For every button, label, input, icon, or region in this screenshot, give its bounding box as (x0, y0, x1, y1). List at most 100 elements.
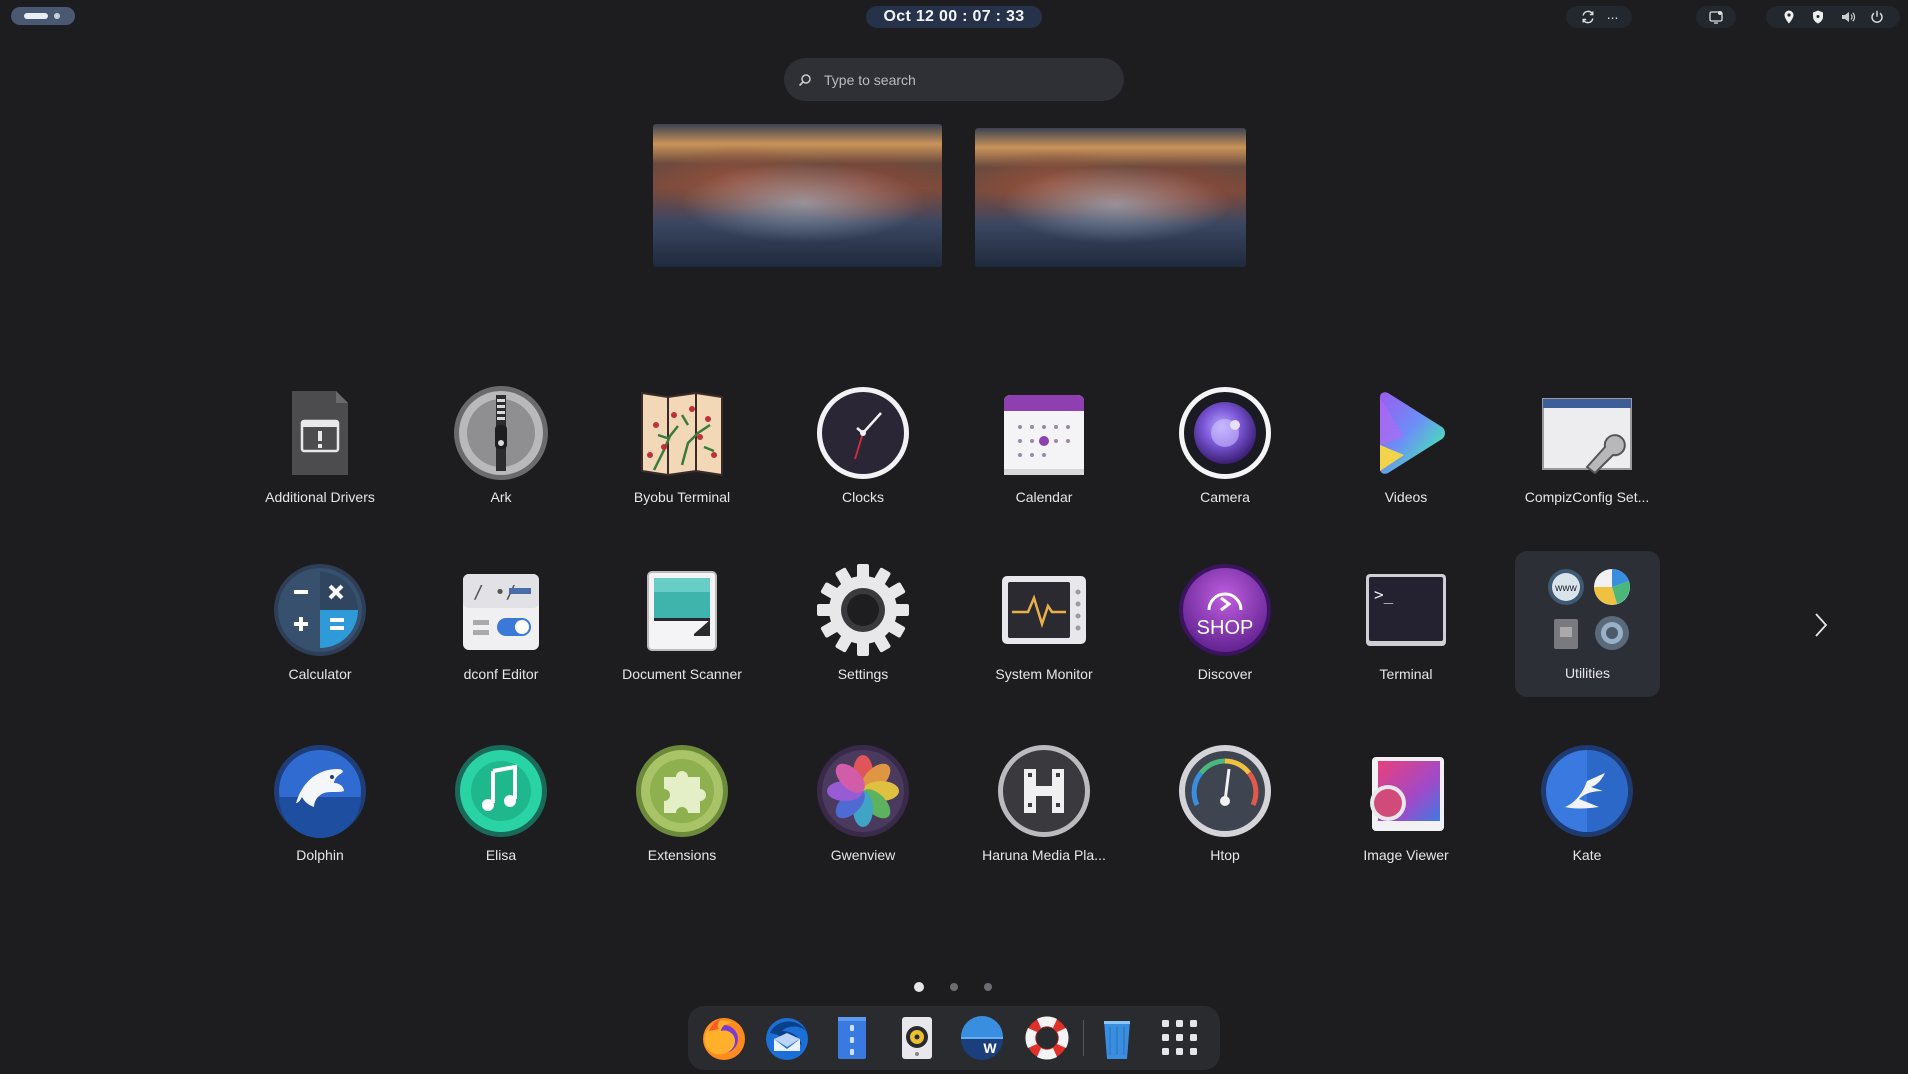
app-label: Document Scanner (622, 666, 742, 682)
music-note-icon (453, 743, 549, 839)
document-scanner-icon (634, 562, 730, 658)
volume-icon[interactable] (1840, 9, 1856, 25)
tray-group-system[interactable] (1766, 6, 1900, 28)
app-label: Settings (837, 666, 889, 682)
page-indicator-3[interactable] (984, 983, 992, 991)
app-additional-drivers[interactable]: Additional Drivers (245, 375, 395, 525)
app-label: Gwenview (830, 847, 896, 863)
lifebuoy-icon (1025, 1016, 1069, 1060)
byobu-icon (634, 385, 730, 481)
workspace-thumbnail-1[interactable] (653, 124, 942, 267)
app-terminal[interactable]: >_ Terminal (1331, 552, 1481, 702)
speaker-icon (902, 1017, 932, 1059)
refresh-icon[interactable] (1580, 9, 1596, 25)
compizconfig-icon (1539, 385, 1635, 481)
show-apps-icon (1162, 1020, 1197, 1055)
puzzle-piece-icon (634, 743, 730, 839)
app-label: Terminal (1379, 666, 1433, 682)
terminal-icon: >_ (1358, 562, 1454, 658)
search-bar[interactable] (784, 58, 1124, 101)
search-input[interactable] (822, 70, 1096, 89)
kate-bird-icon (1539, 743, 1635, 839)
videos-icon (1358, 385, 1454, 481)
dock-help[interactable] (1021, 1012, 1073, 1064)
app-label: Kate (1572, 847, 1602, 863)
firefox-icon (703, 1018, 745, 1060)
app-ark[interactable]: Ark (426, 375, 576, 525)
app-label: Extensions (647, 847, 717, 863)
dock-separator (1083, 1020, 1084, 1056)
image-viewer-icon (1358, 743, 1454, 839)
workspace-indicator-active (24, 13, 48, 19)
app-dolphin[interactable]: Dolphin (245, 733, 395, 883)
dock-files[interactable] (826, 1012, 878, 1064)
power-icon[interactable] (1869, 9, 1885, 25)
location-icon[interactable] (1781, 9, 1797, 25)
app-discover[interactable]: SHOP Discover (1150, 552, 1300, 702)
workspace-thumbnail-2[interactable] (975, 128, 1246, 267)
app-label: Camera (1200, 489, 1250, 505)
dock-firefox[interactable] (698, 1012, 750, 1064)
app-label: Byobu Terminal (633, 489, 731, 505)
app-byobu-terminal[interactable]: Byobu Terminal (607, 375, 757, 525)
app-haruna[interactable]: Haruna Media Pla... (969, 733, 1119, 883)
thunderbird-icon (766, 1018, 808, 1060)
libreoffice-writer-icon: W (961, 1016, 1003, 1060)
app-label: Videos (1384, 489, 1428, 505)
gauge-icon (1177, 743, 1273, 839)
dock: W (688, 1006, 1220, 1070)
dconf-editor-icon: / •/ (453, 562, 549, 658)
more-icon[interactable]: ... (1607, 7, 1619, 21)
utilities-folder-icon: www (1540, 561, 1636, 657)
activities-button[interactable] (11, 7, 75, 25)
app-system-monitor[interactable]: System Monitor (969, 552, 1119, 702)
app-label: CompizConfig Set... (1524, 489, 1650, 505)
app-calendar[interactable]: Calendar (969, 375, 1119, 525)
discover-shop-icon: SHOP (1177, 562, 1273, 658)
dock-trash[interactable] (1091, 1012, 1143, 1064)
dock-rhythmbox[interactable] (891, 1012, 943, 1064)
notification-icon[interactable] (1708, 9, 1724, 25)
clock-button[interactable]: Oct 12 00 : 07 : 33 (866, 6, 1042, 28)
app-image-viewer[interactable]: Image Viewer (1331, 733, 1481, 883)
top-bar: Oct 12 00 : 07 : 33 ... (0, 0, 1908, 34)
page-indicator-2[interactable] (950, 983, 958, 991)
app-label: Discover (1197, 666, 1253, 682)
dolphin-icon (272, 743, 368, 839)
gwenview-icon (815, 743, 911, 839)
system-monitor-icon (996, 562, 1092, 658)
dock-thunderbird[interactable] (761, 1012, 813, 1064)
vpn-shield-icon[interactable] (1810, 9, 1826, 25)
app-label: Htop (1210, 847, 1240, 863)
terminal-prompt-text: >_ (1374, 585, 1394, 604)
app-kate[interactable]: Kate (1512, 733, 1662, 883)
dock-show-apps[interactable] (1154, 1012, 1206, 1064)
app-calculator[interactable]: Calculator (245, 552, 395, 702)
app-clocks[interactable]: Clocks (788, 375, 938, 525)
app-label: System Monitor (995, 666, 1093, 682)
app-extensions[interactable]: Extensions (607, 733, 757, 883)
tray-group-notifications[interactable] (1696, 6, 1736, 28)
app-document-scanner[interactable]: Document Scanner (607, 552, 757, 702)
app-label: Elisa (485, 847, 517, 863)
page-indicator-1[interactable] (914, 982, 924, 992)
tray-group-updates[interactable]: ... (1566, 6, 1632, 28)
app-videos[interactable]: Videos (1331, 375, 1481, 525)
app-label: Calendar (1015, 489, 1073, 505)
app-compizconfig[interactable]: CompizConfig Set... (1512, 375, 1662, 525)
folder-utilities[interactable]: www Utilities (1515, 551, 1660, 697)
app-label: Image Viewer (1363, 847, 1449, 863)
chevron-right-icon[interactable] (1808, 606, 1832, 644)
app-htop[interactable]: Htop (1150, 733, 1300, 883)
app-dconf-editor[interactable]: / •/ dconf Editor (426, 552, 576, 702)
app-settings[interactable]: Settings (788, 552, 938, 702)
calculator-icon (272, 562, 368, 658)
dock-writer[interactable]: W (956, 1012, 1008, 1064)
app-gwenview[interactable]: Gwenview (788, 733, 938, 883)
app-elisa[interactable]: Elisa (426, 733, 576, 883)
trash-icon (1104, 1021, 1130, 1059)
app-label: Utilities (1564, 665, 1611, 681)
additional-drivers-icon (272, 385, 368, 481)
app-camera[interactable]: Camera (1150, 375, 1300, 525)
app-label: Calculator (288, 666, 352, 682)
